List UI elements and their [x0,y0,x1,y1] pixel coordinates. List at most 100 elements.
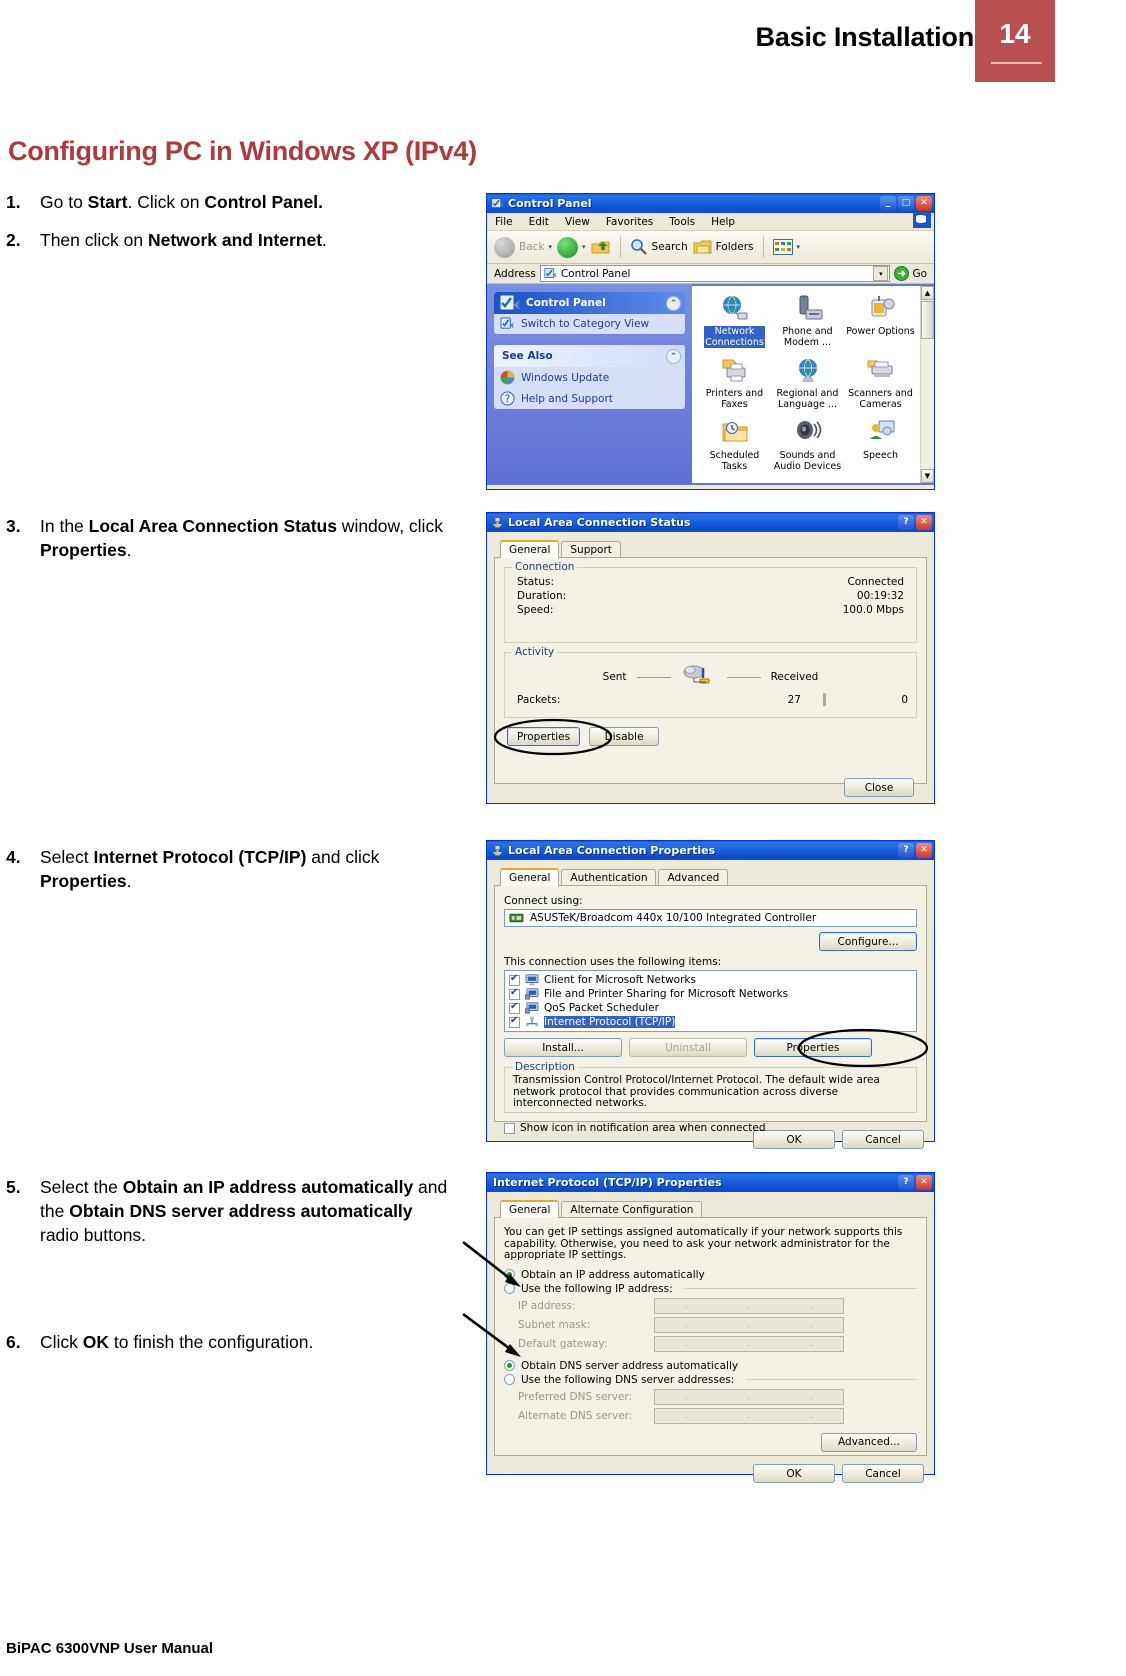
list-item-internet-protocol[interactable]: Internet Protocol (TCP/IP) [507,1015,914,1029]
components-listbox[interactable]: Client for Microsoft Networks File and P… [504,970,917,1032]
properties-button[interactable]: Properties [507,727,581,746]
close-button[interactable]: Close [844,778,914,797]
chevron-down-icon[interactable]: ▾ [873,266,889,281]
adapter-field[interactable]: ASUSTeK/Broadcom 440x 10/100 Integrated … [504,909,917,927]
folders-button[interactable]: Folders [693,239,754,256]
sidebar-item-windows-update[interactable]: Windows Update [494,367,685,388]
close-icon[interactable]: ✕ [916,196,932,211]
menu-tools[interactable]: Tools [669,216,695,228]
tcpip-titlebar[interactable]: Internet Protocol (TCP/IP) Properties ? … [487,1173,934,1192]
chevron-up-icon[interactable]: ⌃ [666,348,681,364]
cp-icon-phone-and-modem[interactable]: Phone and Modem ... [771,292,844,348]
chevron-down-icon[interactable]: ▾ [549,243,553,251]
menu-edit[interactable]: Edit [529,216,549,228]
search-button[interactable]: Search [630,238,688,256]
list-item[interactable]: QoS Packet Scheduler [507,1001,914,1015]
checkbox-checked-icon[interactable] [509,987,520,1000]
disable-button[interactable]: Disable [589,727,660,746]
radio-unselected-icon[interactable] [504,1374,515,1385]
lac-status-titlebar[interactable]: Local Area Connection Status ? ✕ [487,513,934,532]
control-panel-toolbar[interactable]: Back ▾ ▾ Search Folders ▾ [487,231,934,264]
advanced-button[interactable]: Advanced... [821,1432,917,1452]
tab-general[interactable]: General [500,868,560,886]
close-icon[interactable]: ✕ [916,843,932,858]
cp-icon-power-options[interactable]: Power Options [844,292,917,348]
subnet-mask-row[interactable]: Subnet mask: ... [504,1316,917,1333]
properties-button[interactable]: Properties [754,1038,872,1057]
minimize-icon[interactable]: _ [880,196,896,211]
maximize-icon[interactable]: □ [898,196,914,211]
list-item[interactable]: File and Printer Sharing for Microsoft N… [507,987,914,1001]
control-panel-titlebar[interactable]: Control Panel _ □ ✕ [487,194,934,213]
preferred-dns-row[interactable]: Preferred DNS server: ... [504,1388,917,1405]
views-button[interactable]: ▾ [772,239,800,255]
lac-status-action-buttons[interactable]: Properties Disable [493,718,917,756]
menu-favorites[interactable]: Favorites [606,216,653,228]
control-panel-scrollbar[interactable]: ▲ ▼ [920,286,934,483]
address-input[interactable]: Control Panel ▾ [539,265,891,282]
cp-icon-regional-and-language[interactable]: Regional and Language ... [771,354,844,410]
close-icon[interactable]: ✕ [916,515,932,530]
scroll-down-icon[interactable]: ▼ [921,469,934,483]
uninstall-button[interactable]: Uninstall [629,1038,747,1057]
checkbox-checked-icon[interactable] [509,973,520,986]
cp-icon-printers-and-faxes[interactable]: Printers and Faxes [698,354,771,410]
ip-address-row[interactable]: IP address: ... [504,1297,917,1314]
checkbox-checked-icon[interactable] [509,1015,520,1028]
radio-obtain-ip-automatically[interactable]: Obtain an IP address automatically [504,1269,917,1281]
help-icon[interactable]: ? [898,515,914,530]
sidebar-item-switch-category-view[interactable]: Switch to Category View [494,314,685,334]
cp-icon-scanners-and-cameras[interactable]: Scanners and Cameras [844,354,917,410]
checkbox-checked-icon[interactable] [509,1001,520,1014]
tab-support[interactable]: Support [561,541,621,558]
scrollbar-thumb[interactable] [921,301,934,339]
control-panel-window[interactable]: Control Panel _ □ ✕ File Edit View Favor… [486,193,935,490]
checkbox-unchecked-icon[interactable] [504,1122,515,1134]
lac-properties-window-buttons[interactable]: ? ✕ [898,843,932,858]
control-panel-addressbar[interactable]: Address Control Panel ▾ Go [487,264,934,284]
radio-unselected-icon[interactable] [504,1283,515,1294]
tab-general[interactable]: General [500,540,560,558]
chevron-up-icon[interactable]: ⌃ [666,295,681,311]
radio-selected-icon[interactable] [504,1360,515,1371]
menu-view[interactable]: View [565,216,590,228]
control-panel-window-buttons[interactable]: _ □ ✕ [880,196,932,211]
lac-status-window-buttons[interactable]: ? ✕ [898,515,932,530]
scroll-up-icon[interactable]: ▲ [921,286,934,300]
help-icon[interactable]: ? [898,1175,914,1190]
list-item[interactable]: Client for Microsoft Networks [507,973,914,987]
tcpip-properties-window[interactable]: Internet Protocol (TCP/IP) Properties ? … [486,1172,935,1483]
cp-icon-network-connections[interactable]: Network Connections [698,292,771,348]
help-icon[interactable]: ? [898,843,914,858]
ok-button[interactable]: OK [753,1464,835,1483]
cp-icon-speech[interactable]: Speech [844,416,917,472]
menu-file[interactable]: File [495,216,513,228]
lac-properties-component-buttons[interactable]: Install... Uninstall Properties [504,1028,929,1068]
default-gateway-input[interactable]: ... [654,1335,844,1352]
lac-properties-window[interactable]: Local Area Connection Properties ? ✕ Gen… [486,840,935,1149]
install-button[interactable]: Install... [504,1038,622,1057]
radio-obtain-dns-automatically[interactable]: Obtain DNS server address automatically [504,1360,917,1372]
up-button[interactable] [591,238,611,257]
configure-row[interactable]: Configure... [504,932,917,951]
radio-use-following-ip[interactable]: Use the following IP address: [504,1283,917,1295]
go-button[interactable]: Go [894,266,931,281]
show-icon-checkbox-row[interactable]: Show icon in notification area when conn… [504,1122,917,1134]
lac-properties-titlebar[interactable]: Local Area Connection Properties ? ✕ [487,841,934,860]
sidebar-item-help-and-support[interactable]: ? Help and Support [494,388,685,409]
forward-button[interactable]: ▾ [557,236,586,258]
cancel-button[interactable]: Cancel [842,1464,924,1483]
default-gateway-row[interactable]: Default gateway: ... [504,1335,917,1352]
tab-alternate-configuration[interactable]: Alternate Configuration [561,1201,703,1218]
tcpip-footer[interactable]: OK Cancel [494,1456,927,1485]
radio-use-following-dns[interactable]: Use the following DNS server addresses: [504,1374,917,1386]
alternate-dns-row[interactable]: Alternate DNS server: ... [504,1407,917,1424]
configure-button[interactable]: Configure... [819,932,917,951]
close-icon[interactable]: ✕ [916,1175,932,1190]
lac-status-footer[interactable]: Close [504,770,917,799]
back-button[interactable]: Back ▾ [494,236,553,258]
radio-selected-icon[interactable] [504,1269,515,1280]
tcpip-window-buttons[interactable]: ? ✕ [898,1175,932,1190]
tcpip-tabstrip[interactable]: General Alternate Configuration [494,1199,927,1218]
advanced-row[interactable]: Advanced... [504,1432,917,1452]
